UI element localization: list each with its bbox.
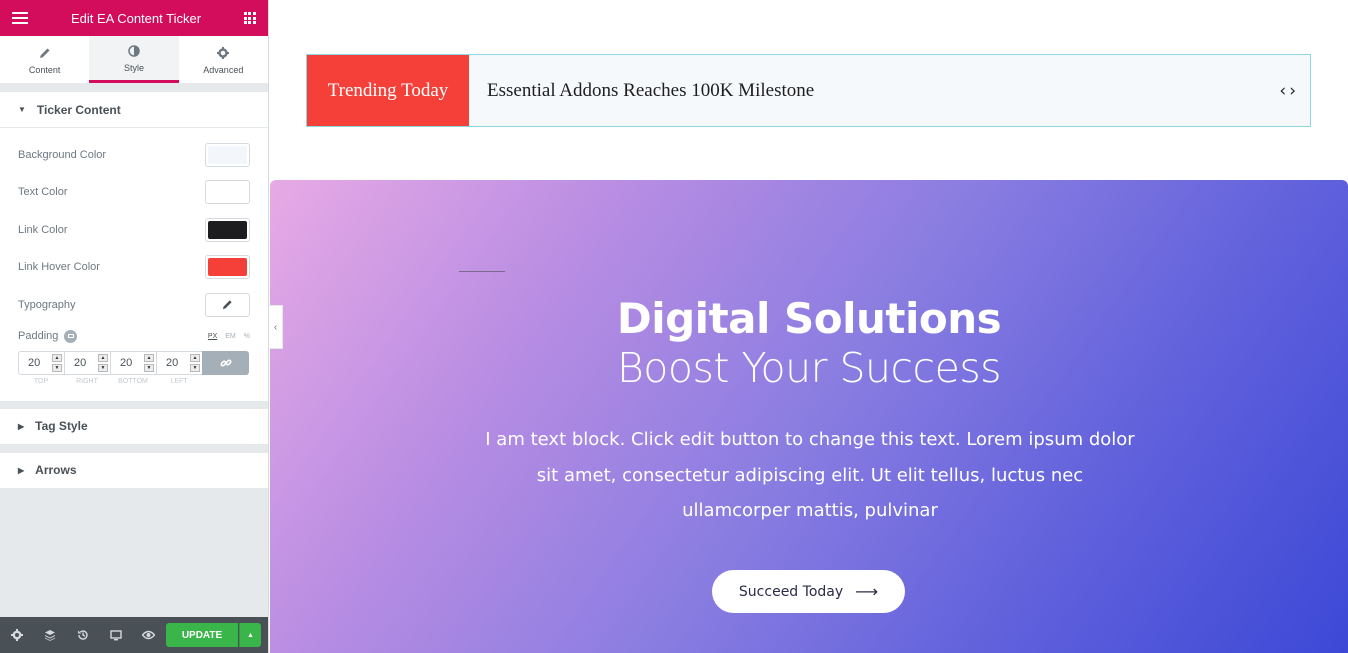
color-picker-background[interactable] (205, 142, 250, 167)
side-label: BOTTOM (118, 377, 148, 385)
control-background-color: Background Color (18, 136, 250, 174)
tab-content[interactable]: Content (0, 36, 89, 83)
settings-gear-icon[interactable] (0, 617, 33, 653)
panel-tabs: Content Style Advanced (0, 36, 268, 84)
caret-right-icon: ▶ (18, 421, 25, 431)
unit-switcher: PX EM % (208, 333, 250, 340)
hero-heading: Digital Solutions (616, 294, 1002, 343)
control-label: Text Color (18, 186, 68, 199)
succeed-today-button[interactable]: Succeed Today ⟶ (712, 570, 905, 613)
widgets-grid-icon[interactable] (243, 12, 256, 24)
padding-inputs: 20 ▲ ▼ 20 ▲ ▼ 20 ▲ ▼ 20 ▲ ▼ (18, 350, 250, 375)
section-tag-style[interactable]: ▶ Tag Style (0, 408, 268, 445)
padding-value: 20 (120, 356, 133, 369)
control-padding: Padding PX EM % (18, 329, 250, 343)
ticker-arrows: ‹ › (1279, 81, 1310, 101)
tab-content-label: Content (28, 64, 61, 75)
spinner-icon[interactable]: ▲ ▼ (190, 353, 200, 372)
caret-down-icon: ▼ (18, 105, 26, 114)
pencil-icon (222, 300, 232, 310)
section-ticker-content[interactable]: ▼ Ticker Content (0, 92, 268, 128)
padding-top-input[interactable]: 20 ▲ ▼ (18, 350, 64, 375)
ticker-prev-arrow-icon[interactable]: ‹ (1279, 81, 1286, 101)
padding-left-input[interactable]: 20 ▲ ▼ (156, 350, 202, 375)
control-label: Link Color (18, 223, 68, 236)
section-separator (0, 400, 268, 409)
padding-right-input[interactable]: 20 ▲ ▼ (64, 350, 110, 375)
ticker-tag: Trending Today (307, 55, 469, 126)
control-typography: Typography (18, 286, 250, 324)
unit-percent[interactable]: % (244, 333, 250, 340)
decorative-divider (459, 271, 505, 272)
control-label: Typography (18, 298, 76, 311)
tab-style[interactable]: Style (89, 36, 179, 83)
menu-icon[interactable] (12, 12, 28, 24)
padding-value: 20 (166, 356, 179, 369)
padding-side-labels: TOP RIGHT BOTTOM LEFT (18, 378, 250, 385)
unit-px[interactable]: PX (208, 333, 217, 340)
tab-advanced[interactable]: Advanced (179, 36, 268, 83)
update-options-caret-icon[interactable]: ▲ (239, 623, 261, 647)
ticker-item-link[interactable]: Essential Addons Reaches 100K Milestone (469, 80, 1279, 102)
side-label: LEFT (170, 377, 188, 385)
spinner-icon[interactable]: ▲ ▼ (144, 353, 154, 372)
color-picker-text[interactable] (205, 180, 250, 205)
section-arrows-title: Arrows (35, 463, 77, 477)
side-label: RIGHT (76, 377, 98, 385)
link-icon (219, 358, 232, 367)
preview-eye-icon[interactable] (132, 617, 165, 653)
control-label: Padding (18, 330, 59, 342)
hero-text-block: I am text block. Click edit button to ch… (485, 429, 1135, 521)
spinner-icon[interactable]: ▲ ▼ (98, 353, 108, 372)
color-swatch (208, 183, 247, 202)
contrast-icon (128, 43, 140, 59)
padding-bottom-input[interactable]: 20 ▲ ▼ (110, 350, 156, 375)
padding-value: 20 (74, 356, 87, 369)
unit-em[interactable]: EM (225, 333, 236, 340)
sidebar-footer: UPDATE ▲ (0, 617, 268, 653)
content-ticker[interactable]: Trending Today Essential Addons Reaches … (306, 54, 1311, 127)
ticker-next-arrow-icon[interactable]: › (1289, 81, 1296, 101)
color-swatch (208, 220, 247, 239)
tab-style-label: Style (123, 63, 144, 73)
panel-controls: ▼ Ticker Content Background Color Text C… (0, 92, 268, 617)
editor-sidebar: Edit EA Content Ticker Content Style Adv… (0, 0, 269, 653)
responsive-desktop-icon[interactable] (64, 329, 78, 343)
panel-title: Edit EA Content Ticker (70, 10, 202, 26)
history-icon[interactable] (66, 617, 99, 653)
control-label: Background Color (18, 148, 107, 161)
gear-icon (217, 45, 230, 61)
hero-section: Digital Solutions Boost Your Success I a… (270, 180, 1348, 653)
section-ticker-content-body: Background Color Text Color Link Color L… (0, 128, 268, 401)
pencil-icon (39, 45, 51, 61)
responsive-mode-icon[interactable] (99, 617, 132, 653)
control-label: Link Hover Color (18, 261, 100, 274)
color-swatch (208, 145, 247, 164)
color-swatch (208, 258, 247, 277)
button-label: Succeed Today (738, 583, 844, 600)
preview-canvas: Trending Today Essential Addons Reaches … (270, 0, 1348, 653)
control-link-hover-color: Link Hover Color (18, 249, 250, 287)
color-picker-link-hover[interactable] (205, 255, 250, 280)
typography-edit-button[interactable] (205, 292, 250, 317)
sidebar-header: Edit EA Content Ticker (0, 0, 268, 36)
padding-value: 20 (28, 356, 41, 369)
section-arrows[interactable]: ▶ Arrows (0, 452, 268, 489)
layers-icon[interactable] (33, 617, 66, 653)
tab-advanced-label: Advanced (203, 64, 244, 75)
control-text-color: Text Color (18, 174, 250, 212)
link-values-button[interactable] (202, 350, 249, 375)
color-picker-link[interactable] (205, 217, 250, 242)
hero-subheading: Boost Your Success (616, 344, 1002, 392)
collapse-panel-chevron-icon[interactable]: ‹ (269, 305, 283, 349)
caret-right-icon: ▶ (18, 465, 25, 475)
section-tag-style-title: Tag Style (35, 419, 88, 433)
spinner-icon[interactable]: ▲ ▼ (52, 353, 62, 372)
control-link-color: Link Color (18, 211, 250, 249)
arrow-right-icon: ⟶ (855, 582, 879, 601)
section-ticker-content-title: Ticker Content (36, 102, 121, 117)
side-label: TOP (33, 377, 49, 385)
section-separator (0, 444, 268, 453)
update-button[interactable]: UPDATE (166, 623, 238, 647)
